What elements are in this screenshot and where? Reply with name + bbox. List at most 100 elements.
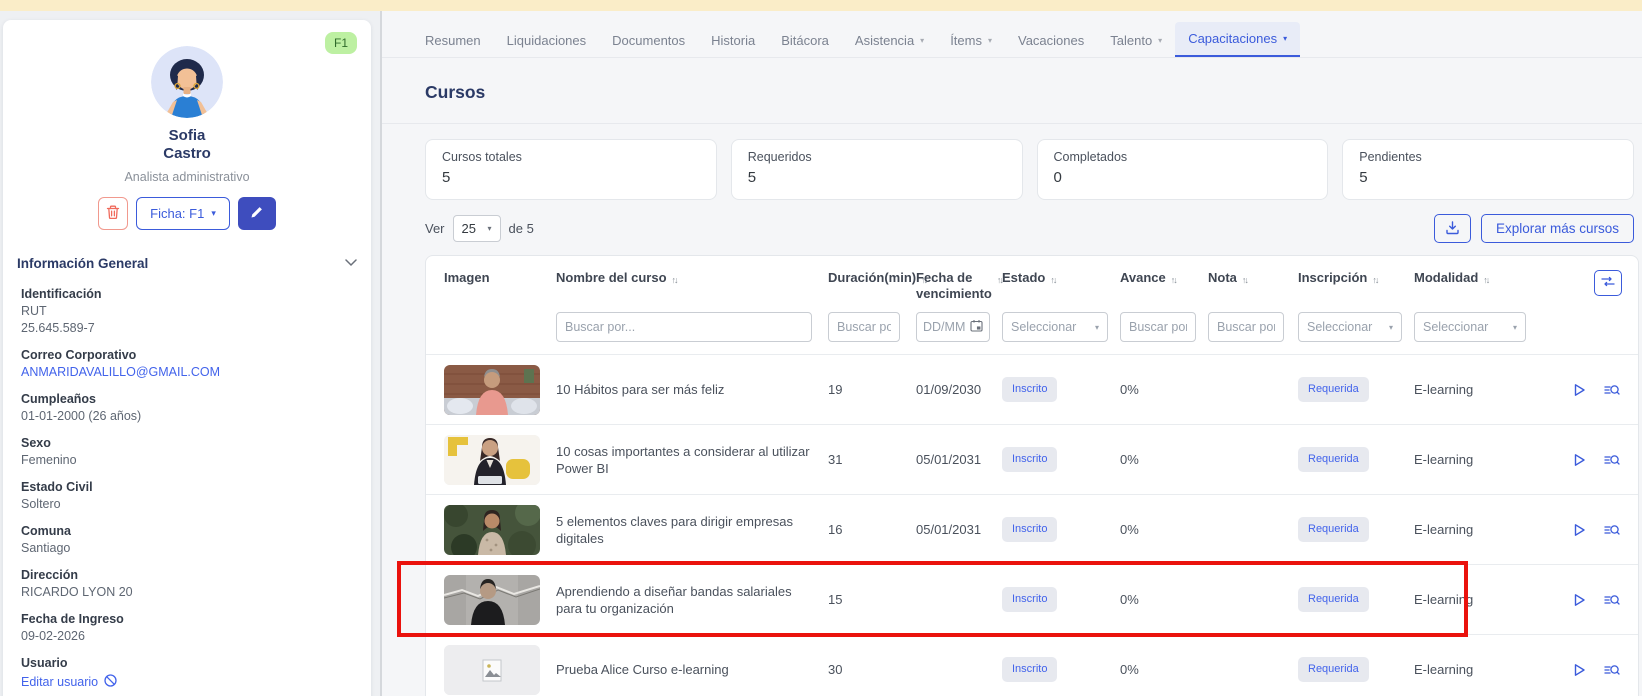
course-progress: 0% [1120, 591, 1208, 608]
sort-icon: ↑↓ [1372, 272, 1377, 288]
chevron-down-icon: ▾ [1513, 323, 1517, 332]
col-fecha[interactable]: Fecha de vencimiento↑↓ [916, 270, 1002, 302]
status-badge: Inscrito [1002, 447, 1057, 472]
enrollment-badge: Requerida [1298, 587, 1369, 612]
chevron-down-icon: ▾ [211, 208, 216, 219]
sort-icon: ↑↓ [1242, 272, 1247, 288]
ficha-dropdown-button[interactable]: Ficha: F1 ▾ [136, 197, 230, 230]
filter-nota-input[interactable] [1208, 312, 1284, 342]
email-link[interactable]: ANMARIDAVALILLO@GMAIL.COM [21, 365, 353, 380]
trash-icon [106, 205, 120, 223]
filter-nombre-input[interactable] [556, 312, 812, 342]
profile-card: F1 [3, 20, 371, 696]
col-modalidad[interactable]: Modalidad↑↓ [1414, 270, 1536, 302]
field-correo: Correo Corporativo ANMARIDAVALILLO@GMAIL… [21, 347, 353, 380]
employee-sidebar: F1 [0, 11, 380, 696]
total-label: de 5 [509, 221, 534, 236]
course-name: 10 cosas importantes a considerar al uti… [556, 443, 828, 477]
calendar-icon [970, 319, 983, 335]
enrollment-badge: Requerida [1298, 447, 1369, 472]
tab-items[interactable]: Ítems▾ [937, 24, 1005, 57]
tab-historia[interactable]: Historia [698, 24, 768, 57]
info-general-header[interactable]: Información General [17, 254, 357, 272]
play-course-icon[interactable] [1573, 523, 1586, 537]
sort-icon: ↑↓ [1171, 272, 1176, 288]
course-name: Aprendiendo a diseñar bandas salariales … [556, 583, 828, 617]
tab-liquidaciones[interactable]: Liquidaciones [494, 24, 600, 57]
col-duracion[interactable]: Duración(min)↑↓ [828, 270, 916, 302]
col-estado[interactable]: Estado↑↓ [1002, 270, 1120, 302]
course-duration: 19 [828, 381, 916, 398]
tab-documentos[interactable]: Documentos [599, 24, 698, 57]
status-badge: Inscrito [1002, 657, 1057, 682]
chevron-down-icon: ▾ [920, 36, 924, 45]
tab-vacaciones[interactable]: Vacaciones [1005, 24, 1097, 57]
table-row: 5 elementos claves para dirigir empresas… [426, 494, 1638, 564]
ficha-badge: F1 [325, 32, 357, 54]
top-banner [0, 0, 1642, 11]
sort-icon: ↑↓ [672, 272, 677, 288]
course-details-icon[interactable] [1604, 453, 1620, 467]
play-course-icon[interactable] [1573, 663, 1586, 677]
play-course-icon[interactable] [1573, 383, 1586, 397]
employee-name: Sofia Castro [21, 127, 353, 163]
info-general-title: Información General [17, 256, 148, 271]
chevron-down-icon: ▾ [1158, 36, 1162, 45]
course-progress: 0% [1120, 661, 1208, 678]
field-sexo: Sexo Femenino [21, 435, 353, 468]
filter-estado-select[interactable]: Seleccionar ▾ [1002, 312, 1108, 342]
enrollment-badge: Requerida [1298, 377, 1369, 402]
field-identificacion: Identificación RUT 25.645.589-7 [21, 286, 353, 336]
filter-avance-input[interactable] [1120, 312, 1196, 342]
course-details-icon[interactable] [1604, 523, 1620, 537]
course-details-icon[interactable] [1604, 593, 1620, 607]
tab-bitacora[interactable]: Bitácora [768, 24, 842, 57]
download-button[interactable] [1434, 214, 1471, 243]
filter-modalidad-select[interactable]: Seleccionar ▾ [1414, 312, 1526, 342]
column-settings-button[interactable] [1594, 270, 1622, 296]
course-details-icon[interactable] [1604, 383, 1620, 397]
table-row-highlighted: Aprendiendo a diseñar bandas salariales … [426, 564, 1638, 634]
sliders-icon [1601, 275, 1615, 291]
tab-bar: Resumen Liquidaciones Documentos Histori… [382, 11, 1642, 58]
tab-capacitaciones[interactable]: Capacitaciones▾ [1175, 22, 1300, 57]
filter-inscripcion-select[interactable]: Seleccionar ▾ [1298, 312, 1402, 342]
edit-profile-button[interactable] [238, 197, 276, 230]
tab-resumen[interactable]: Resumen [412, 24, 494, 57]
course-thumbnail-placeholder [444, 645, 540, 695]
explorar-mas-cursos-button[interactable]: Explorar más cursos [1481, 214, 1634, 243]
course-thumbnail [444, 505, 540, 555]
field-usuario: Usuario Editar usuario [21, 655, 353, 690]
page: F1 [0, 0, 1642, 696]
editar-usuario-link[interactable]: Editar usuario [21, 674, 353, 690]
course-name: 5 elementos claves para dirigir empresas… [556, 513, 828, 547]
stat-pendientes: Pendientes 5 [1342, 139, 1634, 200]
chevron-down-icon: ▾ [1389, 323, 1393, 332]
sort-icon: ↑↓ [1050, 272, 1055, 288]
ver-label: Ver [425, 221, 445, 236]
delete-employee-button[interactable] [98, 197, 128, 230]
tab-talento[interactable]: Talento▾ [1097, 24, 1175, 57]
col-nota[interactable]: Nota↑↓ [1208, 270, 1298, 302]
page-size-select[interactable]: 25 ▾ [453, 215, 501, 242]
col-avance[interactable]: Avance↑↓ [1120, 270, 1208, 302]
filter-duracion-input[interactable] [828, 312, 900, 342]
course-modality: E-learning [1414, 451, 1536, 468]
course-due-date: 01/09/2030 [916, 381, 1002, 398]
col-inscripcion[interactable]: Inscripción↑↓ [1298, 270, 1414, 302]
filter-fecha-input[interactable]: DD/MM [916, 312, 990, 342]
course-modality: E-learning [1414, 381, 1536, 398]
play-course-icon[interactable] [1573, 453, 1586, 467]
tab-asistencia[interactable]: Asistencia▾ [842, 24, 937, 57]
course-duration: 31 [828, 451, 916, 468]
course-modality: E-learning [1414, 591, 1536, 608]
course-details-icon[interactable] [1604, 663, 1620, 677]
chevron-down-icon: ▾ [988, 36, 992, 45]
course-thumbnail [444, 365, 540, 415]
col-nombre[interactable]: Nombre del curso↑↓ [556, 270, 828, 302]
field-direccion: Dirección RICARDO LYON 20 [21, 567, 353, 600]
chevron-down-icon: ▾ [488, 224, 492, 233]
courses-table: Imagen Nombre del curso↑↓ Duración(min)↑… [425, 255, 1639, 696]
play-course-icon[interactable] [1573, 593, 1586, 607]
stats-row: Cursos totales 5 Requeridos 5 Completado… [425, 139, 1634, 200]
